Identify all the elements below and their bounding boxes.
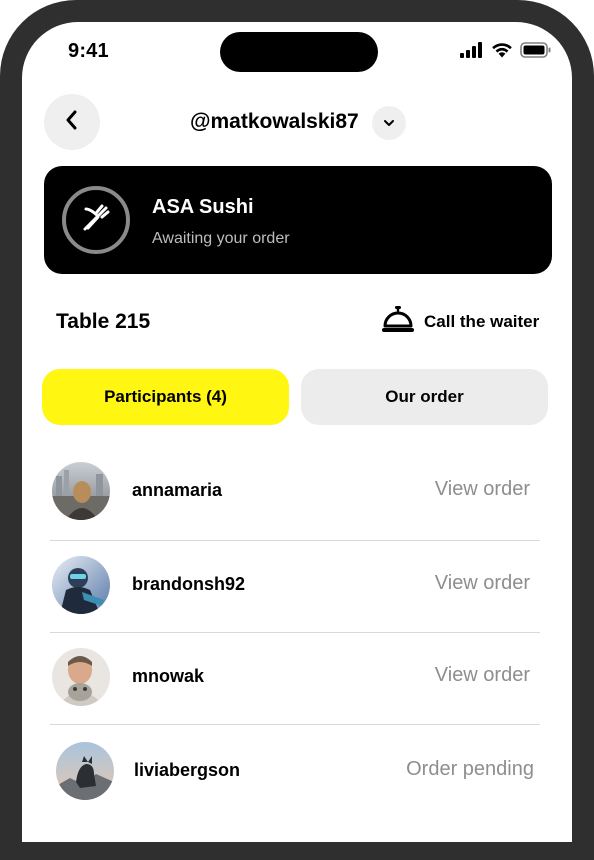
battery-icon [520, 42, 552, 58]
list-item: annamaria View order [50, 446, 540, 538]
avatar [52, 648, 110, 706]
back-button[interactable] [44, 94, 100, 150]
app-screen: 9:41 @matkowalski87 ASA Sushi Awaiting y… [22, 22, 572, 842]
avatar [56, 742, 114, 800]
cellular-signal-icon [460, 42, 484, 58]
wifi-icon [491, 42, 513, 58]
restaurant-card[interactable]: ASA Sushi Awaiting your order [44, 166, 552, 274]
list-item: brandonsh92 View order [50, 540, 540, 632]
dynamic-island [220, 32, 378, 72]
view-order-link[interactable]: View order [435, 572, 530, 595]
participant-name: mnowak [132, 666, 205, 686]
tab-participants[interactable]: Participants (4) [42, 369, 289, 425]
participant-name: brandonsh92 [132, 574, 246, 594]
account-username[interactable]: @matkowalski87 [190, 110, 359, 134]
participant-name: annamaria [132, 480, 223, 500]
status-time: 9:41 [68, 40, 109, 62]
restaurant-name: ASA Sushi [152, 196, 254, 218]
fork-knife-icon [78, 200, 114, 241]
service-bell-icon [380, 304, 416, 339]
view-order-link[interactable]: View order [435, 664, 530, 687]
participant-name: liviabergson [134, 760, 241, 780]
order-status: Awaiting your order [152, 230, 290, 247]
chevron-down-icon [383, 114, 395, 132]
list-item: liviabergson Order pending [50, 726, 540, 818]
order-pending-status: Order pending [406, 758, 534, 780]
table-number: Table 215 [56, 310, 151, 333]
call-waiter-label: Call the waiter [424, 311, 540, 331]
avatar [52, 462, 110, 520]
tab-our-order[interactable]: Our order [301, 369, 548, 425]
account-switcher-button[interactable] [372, 106, 406, 140]
chevron-left-icon [64, 109, 80, 136]
restaurant-logo [62, 186, 130, 254]
list-item: mnowak View order [50, 632, 540, 724]
avatar [52, 556, 110, 614]
view-order-link[interactable]: View order [435, 478, 530, 501]
status-icons [460, 42, 552, 58]
list-divider [50, 724, 540, 725]
call-waiter-button[interactable]: Call the waiter [380, 304, 539, 339]
